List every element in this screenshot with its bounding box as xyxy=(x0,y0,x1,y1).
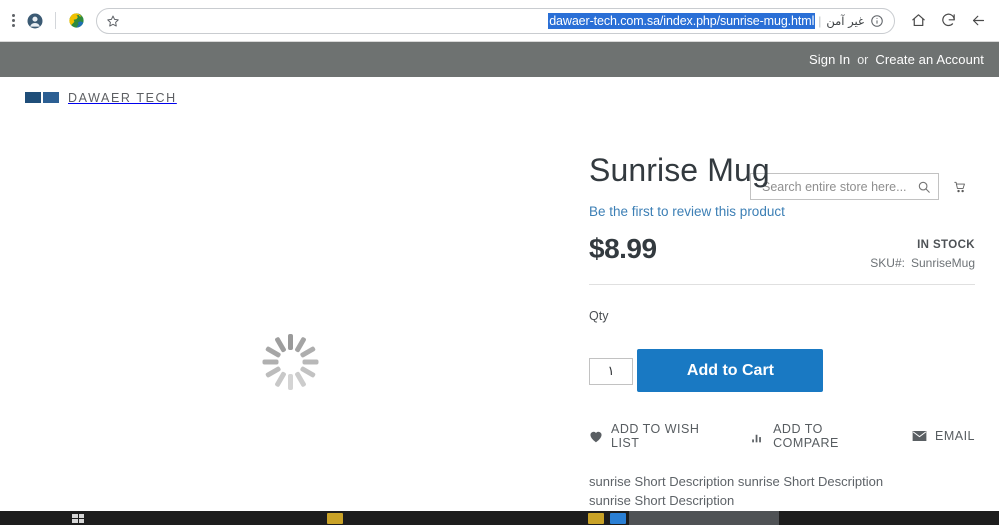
add-to-cart-button[interactable]: Add to Cart xyxy=(637,349,824,392)
product-price: $8.99 xyxy=(589,233,657,264)
taskbar-file-explorer-icon[interactable] xyxy=(326,512,343,524)
add-to-compare-label: ADD TO COMPARE xyxy=(773,422,839,450)
sku-label: SKU#: xyxy=(870,256,905,270)
omnibox-separator: | xyxy=(818,13,822,28)
spinner-spoke xyxy=(287,374,293,390)
page-title: Sunrise Mug xyxy=(589,152,770,188)
loading-spinner-icon xyxy=(262,334,318,390)
logo-mark-icon xyxy=(25,92,59,103)
taskbar-active-window[interactable] xyxy=(629,511,779,525)
browser-window: غير آمن | dawaer-tech.com.sa/index.php/s… xyxy=(0,0,999,525)
home-icon[interactable] xyxy=(905,8,931,34)
browser-toolbar: غير آمن | dawaer-tech.com.sa/index.php/s… xyxy=(0,0,999,42)
spinner-spoke xyxy=(302,359,318,365)
security-status-label: غير آمن xyxy=(826,13,864,28)
status-badge: IN STOCK xyxy=(917,239,975,251)
toolbar-divider xyxy=(55,12,56,29)
create-account-link[interactable]: Create an Account xyxy=(875,52,984,67)
sku-value: SunriseMug xyxy=(910,256,975,270)
quantity-label: Qty xyxy=(589,309,609,323)
add-to-wishlist-label: ADD TO WISH LIST xyxy=(611,422,700,450)
toolbar-left-icons xyxy=(6,10,92,32)
spinner-spoke xyxy=(293,371,307,388)
add-to-wishlist-link[interactable]: ADD TO WISH LIST xyxy=(589,422,725,450)
spinner-spoke xyxy=(287,334,293,350)
add-to-compare-link[interactable]: ADD TO COMPARE xyxy=(751,422,886,450)
reload-icon[interactable] xyxy=(935,8,961,34)
site-header: DAWAER TECH xyxy=(0,77,999,200)
stock-and-sku: IN STOCK SKU#: SunriseMug xyxy=(870,231,975,270)
globe-extension-icon[interactable] xyxy=(65,10,87,32)
back-arrow-icon[interactable] xyxy=(965,8,991,34)
spinner-spoke xyxy=(273,371,287,388)
address-bar[interactable]: غير آمن | dawaer-tech.com.sa/index.php/s… xyxy=(96,7,895,34)
profile-avatar-icon[interactable] xyxy=(24,10,46,32)
site-logo[interactable]: DAWAER TECH xyxy=(25,89,177,106)
start-menu-icon[interactable] xyxy=(72,513,84,523)
quantity-stepper[interactable] xyxy=(589,357,633,385)
product-sku: SKU#: SunriseMug xyxy=(870,256,975,270)
compare-bars-icon xyxy=(751,430,765,443)
envelope-icon xyxy=(912,430,927,442)
email-label: EMAIL xyxy=(934,429,975,443)
logo-text: DAWAER TECH xyxy=(68,90,177,105)
heart-icon xyxy=(589,430,603,443)
spinner-spoke xyxy=(262,359,278,365)
sign-in-link[interactable]: Sign In xyxy=(809,52,850,67)
product-short-description: sunrise Short Description sunrise Short … xyxy=(589,474,884,508)
info-icon[interactable] xyxy=(868,12,886,30)
account-links: Sign In or Create an Account xyxy=(809,52,984,67)
product-info: Sunrise Mug Be the first to review this … xyxy=(589,150,975,510)
kebab-menu-icon[interactable] xyxy=(7,14,19,27)
url-text[interactable]: dawaer-tech.com.sa/index.php/sunrise-mug… xyxy=(548,12,816,29)
product-social-links: ADD TO WISH LIST ADD TO COMPARE EMAIL xyxy=(589,422,975,450)
bookmark-star-icon[interactable] xyxy=(103,11,123,31)
os-taskbar[interactable] xyxy=(0,511,999,525)
taskbar-browser-icon[interactable] xyxy=(610,512,626,524)
price-and-stock-row: $8.99 IN STOCK SKU#: SunriseMug xyxy=(589,231,975,285)
site-account-bar: Sign In or Create an Account xyxy=(0,42,999,77)
email-link[interactable]: EMAIL xyxy=(912,429,975,443)
write-review-link[interactable]: Be the first to review this product xyxy=(589,204,785,219)
taskbar-app-icon-yellow[interactable] xyxy=(588,512,604,524)
product-image-gallery[interactable] xyxy=(25,140,555,500)
or-separator: or xyxy=(857,52,869,67)
